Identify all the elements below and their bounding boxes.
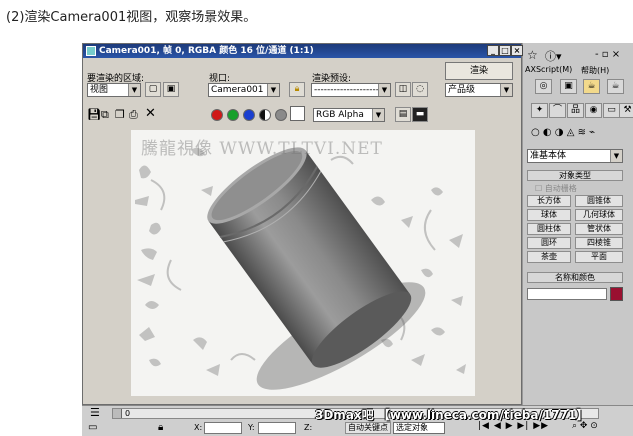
teapot-button[interactable]: 茶壶 [527, 251, 571, 263]
chevron-down-icon: ▼ [378, 84, 390, 96]
y-coord-input[interactable] [258, 422, 296, 434]
viewport-nav-icons[interactable]: ⌕ ✥ ⊙ [572, 421, 598, 431]
name-color-header[interactable]: 名称和颜色 [527, 272, 623, 283]
pyramid-button[interactable]: 四棱锥 [575, 237, 623, 249]
alpha-channel-toggle[interactable] [259, 109, 271, 121]
viewport-dropdown[interactable]: Camera001 ▼ [208, 83, 280, 97]
link-icon[interactable]: ◎ [535, 79, 552, 94]
chevron-down-icon: ▼ [372, 109, 384, 121]
menu-help[interactable]: 帮助(H) [581, 65, 609, 76]
timeline-start: 0 [125, 409, 131, 418]
z-label: Z: [304, 423, 313, 432]
environment-icon[interactable]: ◌ [412, 82, 428, 97]
edit-region-icon[interactable]: ▢ [145, 82, 161, 97]
modify-icon[interactable]: ⌒ [549, 103, 566, 118]
close-button[interactable]: × [511, 45, 523, 56]
y-label: Y: [248, 423, 255, 432]
status-bar: ☰ 0 3Dmax吧 【www.lineca.com/tieba/1771】 ▭… [82, 405, 633, 436]
channel-dropdown[interactable]: RGB Alpha ▼ [313, 108, 385, 122]
red-channel-toggle[interactable] [211, 109, 223, 121]
window-title: Camera001, 帧 0, RGBA 颜色 16 位/通道 (1:1) [99, 46, 314, 56]
object-name-input[interactable] [527, 288, 607, 300]
save-image-icon[interactable]: 💾︎ [87, 108, 101, 121]
maxscript-icon[interactable]: ▭ [88, 422, 97, 433]
chevron-down-icon: ▼ [267, 84, 279, 96]
torus-button[interactable]: 圆环 [527, 237, 571, 249]
display-alpha-icon[interactable]: ▤ [395, 107, 411, 122]
menu-maxscript[interactable]: AXScript(M) [525, 65, 572, 74]
sphere-button[interactable]: 球体 [527, 209, 571, 221]
star-icon[interactable]: ☆ [527, 48, 538, 62]
object-color-swatch[interactable] [610, 287, 623, 301]
cylinder-button[interactable]: 圆柱体 [527, 223, 571, 235]
hierarchy-icon[interactable]: 品 [567, 103, 584, 118]
selection-set-dropdown[interactable]: 选定对象 [393, 422, 445, 434]
x-coord-input[interactable] [204, 422, 242, 434]
toggle-ui-icon[interactable]: ▬ [412, 107, 428, 122]
lock-selection-icon[interactable]: 🔒︎ [158, 422, 163, 433]
cone-button[interactable]: 圆锥体 [575, 195, 623, 207]
auto-key-button[interactable]: 自动关键点 [345, 422, 391, 434]
chevron-down-icon: ▼ [500, 84, 512, 96]
tube-button[interactable]: 管状体 [575, 223, 623, 235]
geometry-icons[interactable]: ○ ◐ ◑ ◬ ≋ ⌁ [531, 127, 595, 138]
app-icon [86, 46, 96, 56]
window-controls[interactable]: - ▫ × [595, 49, 620, 60]
preset-dropdown[interactable]: -------------------- ▼ [311, 83, 391, 97]
motion-icon[interactable]: ◉ [585, 103, 602, 118]
render-setup-icon[interactable]: ☕ [583, 79, 600, 94]
teapot-icon[interactable]: ☕ [607, 79, 624, 94]
utilities-icon[interactable]: ⚒ [619, 103, 633, 118]
clone-window-icon[interactable]: ❐ [115, 108, 125, 121]
render-setup-icon[interactable]: ◫ [395, 82, 411, 97]
display-icon[interactable]: ▭ [603, 103, 620, 118]
help-icon[interactable]: ⓘ▾ [545, 48, 562, 64]
green-channel-toggle[interactable] [227, 109, 239, 121]
primitive-type-dropdown[interactable]: 准基本体 ▼ [527, 149, 623, 163]
create-icon[interactable]: ✦ [531, 103, 548, 118]
playback-controls[interactable]: |◀ ◀ ▶ ▶| ▶▶ [478, 421, 549, 431]
calligraphy-background [135, 147, 466, 390]
minimize-button[interactable]: _ [487, 45, 499, 56]
x-label: X: [194, 423, 203, 432]
geosphere-button[interactable]: 几何球体 [575, 209, 623, 221]
rendered-frame-window: Camera001, 帧 0, RGBA 颜色 16 位/通道 (1:1) _ … [82, 43, 523, 405]
plane-button[interactable]: 平面 [575, 251, 623, 263]
clear-icon[interactable]: ✕ [145, 106, 156, 121]
page-caption: (2)渲染Camera001视图，观察场景效果。 [6, 10, 257, 25]
blue-channel-toggle[interactable] [243, 109, 255, 121]
render-button[interactable]: 渲染 [445, 62, 513, 80]
auto-region-icon[interactable]: ▣ [163, 82, 179, 97]
command-panel: ☆ ⓘ▾ - ▫ × AXScript(M) 帮助(H) ◎ ▣ ☕ ☕ ✦ ⌒… [522, 43, 633, 435]
select-icon[interactable]: ▣ [560, 79, 577, 94]
mono-toggle[interactable] [275, 109, 287, 121]
lock-icon[interactable]: 🔒︎ [289, 82, 305, 97]
object-type-header[interactable]: 对象类型 [527, 170, 623, 181]
area-dropdown[interactable]: 视图 ▼ [87, 83, 141, 97]
print-icon[interactable]: ⎙ [129, 108, 138, 122]
chevron-down-icon: ▼ [610, 150, 622, 162]
copy-image-icon[interactable]: ⧉ [101, 108, 109, 122]
maximize-button[interactable]: □ [499, 45, 511, 56]
time-slider-thumb[interactable] [113, 409, 122, 418]
window-titlebar: Camera001, 帧 0, RGBA 颜色 16 位/通道 (1:1) _ … [83, 44, 523, 58]
watermark-text: 騰龍視像 WWW.TLTVI.NET [141, 139, 383, 159]
chevron-down-icon: ▼ [128, 84, 140, 96]
box-button[interactable]: 长方体 [527, 195, 571, 207]
quality-dropdown[interactable]: 产品级 ▼ [445, 83, 513, 97]
render-viewport: 騰龍視像 WWW.TLTVI.NET [131, 130, 475, 396]
auto-grid-label: 自动栅格 [544, 184, 577, 193]
auto-grid-checkbox[interactable]: ☐ 自动栅格 [535, 183, 577, 194]
color-swatch[interactable] [290, 106, 305, 121]
timeline-icon[interactable]: ☰ [90, 406, 100, 419]
